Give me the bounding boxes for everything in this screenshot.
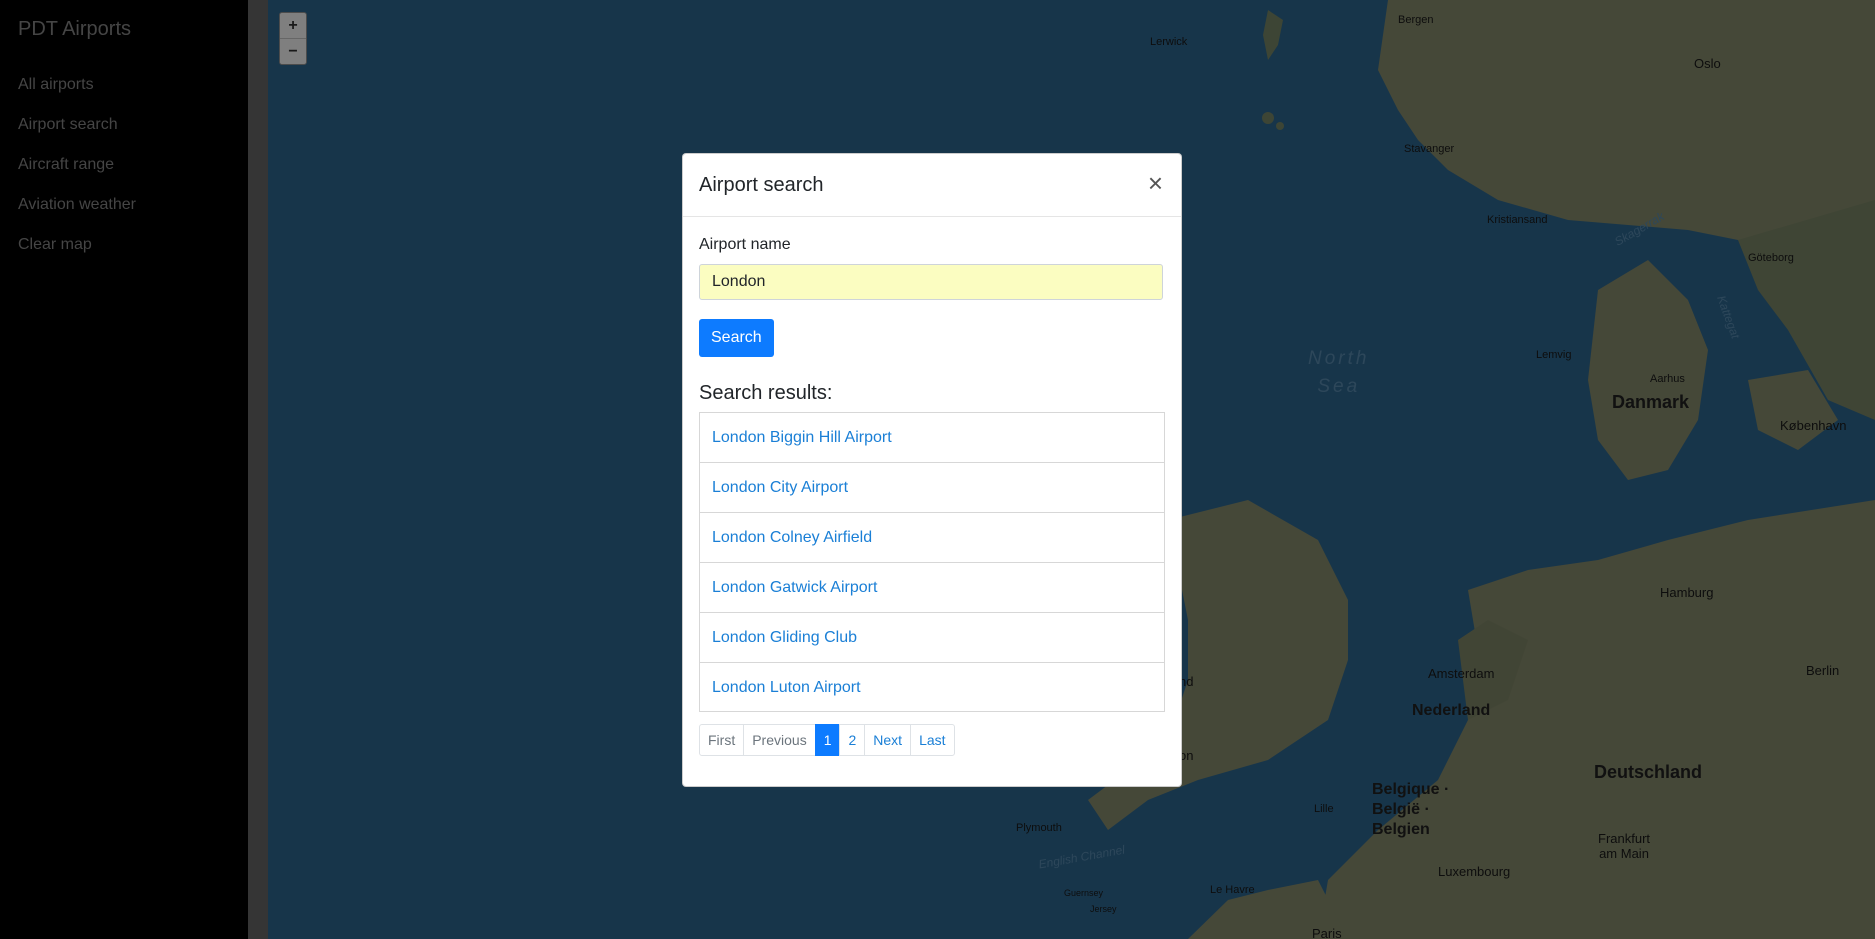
modal-title: Airport search <box>699 174 824 196</box>
pagination-first: First <box>699 724 745 756</box>
search-result-item[interactable]: London Gatwick Airport <box>700 563 1164 613</box>
search-result-item[interactable]: London Gliding Club <box>700 613 1164 663</box>
pagination-last[interactable]: Last <box>910 724 955 756</box>
airport-search-modal: Airport search × Airport name Search Sea… <box>682 153 1182 787</box>
pagination-page-2[interactable]: 2 <box>839 724 866 756</box>
search-result-item[interactable]: London Luton Airport <box>700 663 1164 711</box>
pagination-next[interactable]: Next <box>864 724 912 756</box>
modal-header: Airport search × <box>683 154 1181 217</box>
search-button[interactable]: Search <box>699 319 774 357</box>
airport-name-input[interactable] <box>699 264 1163 300</box>
pagination: First Previous 1 2 Next Last <box>699 724 955 756</box>
search-result-item[interactable]: London City Airport <box>700 463 1164 513</box>
search-results-list: London Biggin Hill Airport London City A… <box>699 412 1165 712</box>
search-result-item[interactable]: London Colney Airfield <box>700 513 1164 563</box>
close-icon[interactable]: × <box>1148 170 1163 196</box>
airport-name-label: Airport name <box>699 236 791 253</box>
pagination-page-1[interactable]: 1 <box>814 724 841 756</box>
search-result-item[interactable]: London Biggin Hill Airport <box>700 413 1164 463</box>
pagination-previous: Previous <box>743 724 816 756</box>
search-results-heading: Search results: <box>699 382 833 404</box>
